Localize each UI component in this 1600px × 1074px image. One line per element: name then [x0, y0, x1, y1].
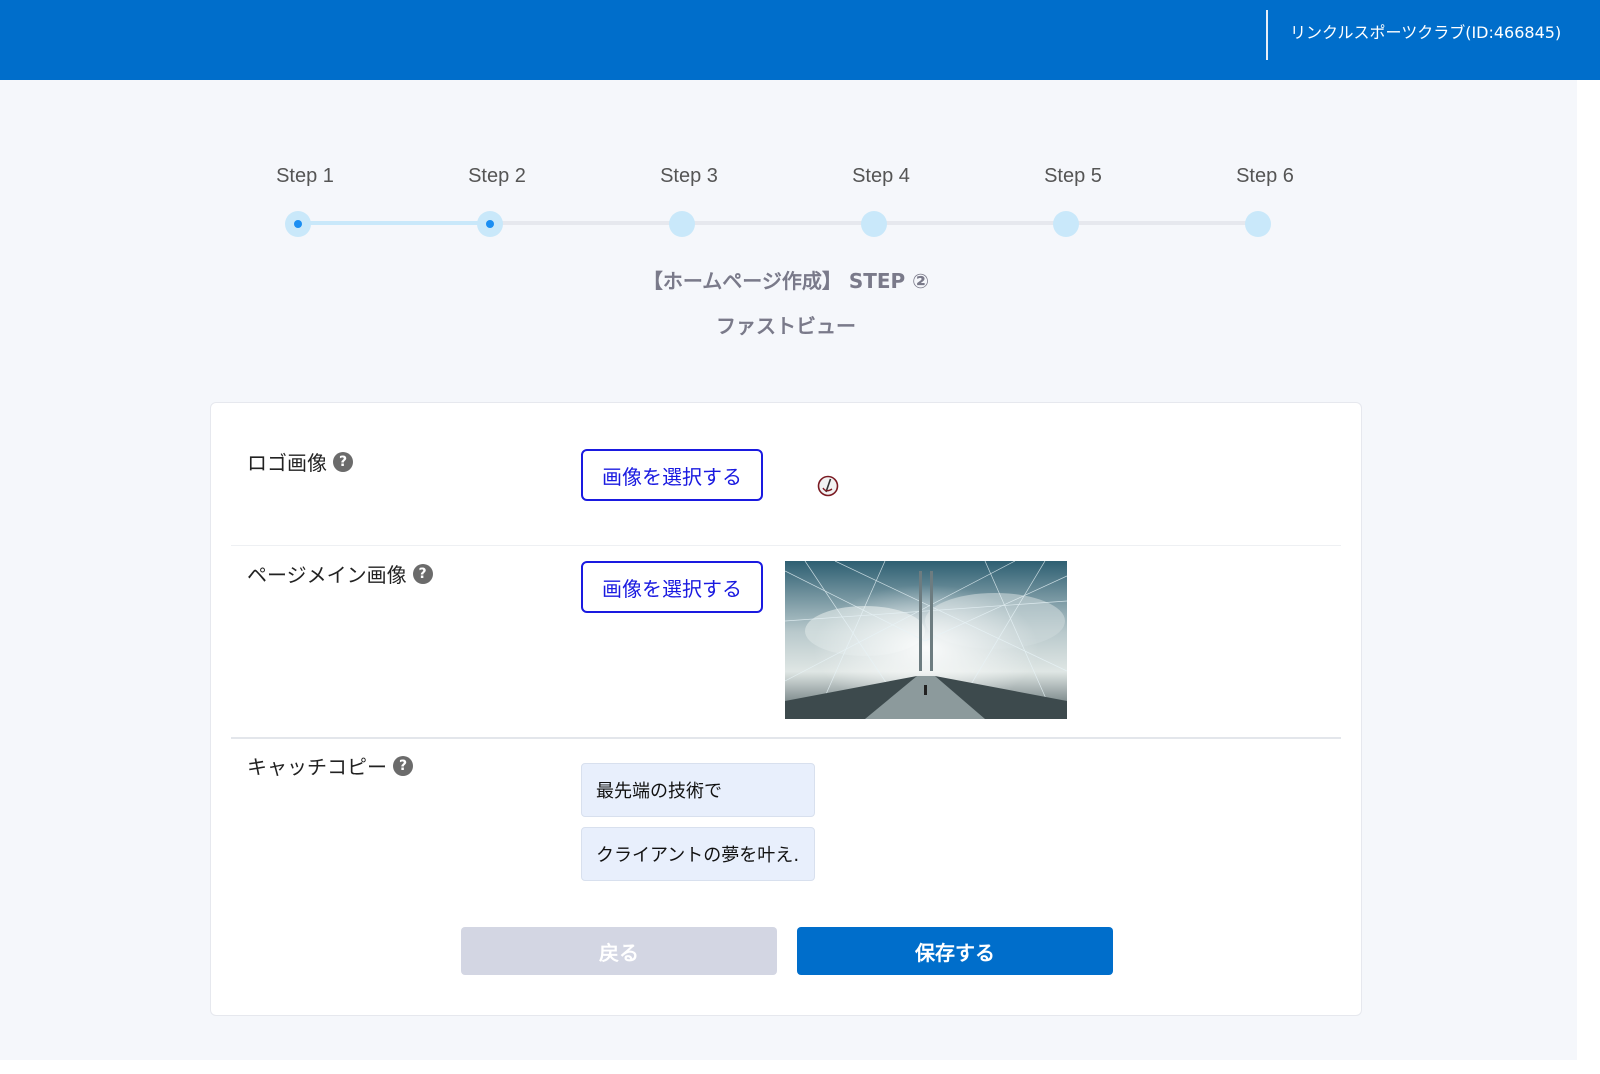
step-label-2: Step 2: [468, 165, 526, 187]
help-icon[interactable]: ?: [333, 451, 353, 472]
help-icon[interactable]: ?: [412, 563, 433, 584]
step-dot-5: [1053, 211, 1079, 237]
page-title: 【ホームページ作成】 STEP ②: [642, 269, 930, 293]
main-image-label: ページメイン画像 ?: [247, 559, 433, 588]
select-main-image-button[interactable]: 画像を選択する: [581, 561, 763, 613]
back-button[interactable]: 戻る: [461, 927, 777, 975]
main-image-illustration: [785, 561, 1067, 719]
step-dot-4: [861, 211, 887, 237]
logo-image-label: ロゴ画像 ?: [247, 447, 353, 476]
page-subtitle: ファストビュー: [716, 314, 856, 338]
row-separator: [231, 545, 1341, 546]
step-track-1-2: [300, 221, 490, 225]
step-dot-3: [669, 211, 695, 237]
logo-image-label-text: ロゴ画像: [247, 451, 327, 475]
select-logo-image-button[interactable]: 画像を選択する: [581, 449, 763, 501]
step-progress: Step 1 Step 2 Step 3 Step 4 Step 5 Step …: [0, 0, 1600, 338]
main-image-label-text: ページメイン画像: [247, 563, 407, 587]
form-card: ロゴ画像 ? 画像を選択する ページメイン画像 ? 画像を選択する キャッチコピ…: [210, 402, 1362, 1016]
step-label-6: Step 6: [1236, 165, 1294, 187]
step-dot-marker: [294, 220, 302, 228]
catchcopy-label-text: キャッチコピー: [247, 755, 387, 779]
step-label-1: Step 1: [276, 165, 334, 187]
bottom-edge-strip: [0, 1060, 1577, 1074]
step-dot-1: [285, 211, 311, 237]
step-label-4: Step 4: [852, 165, 910, 187]
help-icon[interactable]: ?: [393, 755, 413, 776]
save-button[interactable]: 保存する: [797, 927, 1113, 975]
catchcopy-line1-input[interactable]: [581, 763, 815, 817]
logo-image-preview: [817, 475, 839, 497]
catchcopy-line2-input[interactable]: [581, 827, 815, 881]
main-image-preview: [785, 561, 1067, 719]
row-separator: [231, 737, 1341, 739]
step-dot-marker: [486, 220, 494, 228]
catchcopy-label: キャッチコピー ?: [247, 751, 413, 780]
step-label-5: Step 5: [1044, 165, 1102, 187]
step-dot-6: [1245, 211, 1271, 237]
step-dot-2: [477, 211, 503, 237]
logo-mark-icon: [817, 475, 839, 497]
step-label-3: Step 3: [660, 165, 718, 187]
